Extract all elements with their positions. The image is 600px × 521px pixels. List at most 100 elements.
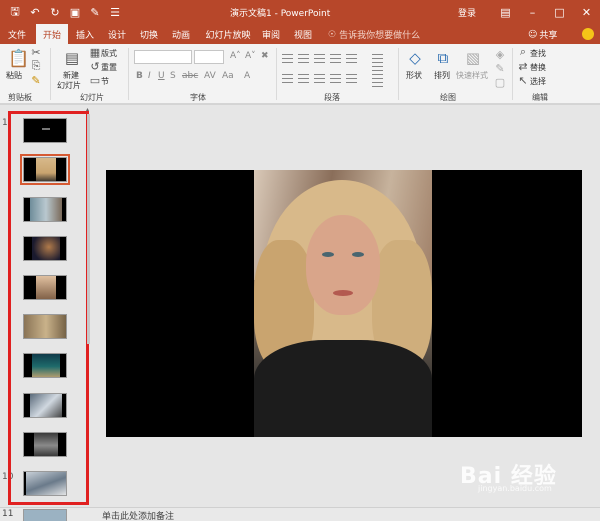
tab-transitions[interactable]: 切换 xyxy=(136,24,162,44)
tab-home[interactable]: 开始 xyxy=(36,24,68,44)
shape-outline-icon[interactable]: ✎ xyxy=(494,62,506,75)
tab-slideshow[interactable]: 幻灯片放映 xyxy=(203,24,253,44)
slides-pane-scrollbar[interactable]: ▴ xyxy=(86,106,91,506)
quick-styles-icon[interactable]: ▧ xyxy=(462,48,484,68)
clear-format-icon[interactable]: ✖ xyxy=(261,51,269,61)
arrange-icon[interactable]: ⧉ xyxy=(432,48,454,68)
shape-label[interactable]: 形状 xyxy=(406,70,422,81)
underline-icon[interactable]: U xyxy=(158,71,165,81)
quick-styles-label[interactable]: 快速样式 xyxy=(456,70,488,81)
shape-effects-icon[interactable]: ▢ xyxy=(494,76,506,89)
copy-icon[interactable]: ⎘ xyxy=(30,59,42,72)
select-icon[interactable]: ↖ xyxy=(518,74,528,87)
group-divider xyxy=(398,48,399,100)
tab-view[interactable]: 视图 xyxy=(290,24,316,44)
minimize-icon[interactable]: – xyxy=(519,0,546,24)
align-center-icon[interactable] xyxy=(298,74,309,83)
save-icon[interactable]: 🖫 xyxy=(6,3,24,21)
photo-lips xyxy=(333,290,353,296)
close-icon[interactable]: ✕ xyxy=(573,0,600,24)
tell-me-text: 告诉我你想要做什么 xyxy=(339,31,421,41)
paragraph-group-label: 段落 xyxy=(324,93,340,102)
shadow-icon[interactable]: S xyxy=(170,71,176,81)
new-slide-label-2[interactable]: 幻灯片 xyxy=(57,80,81,91)
ribbon-home: 📋 粘贴 ✂ ⎘ ✎ 剪贴板 ▤ 新建 幻灯片 ▦ 版式 ↺ 重置 ▭ 节 幻灯… xyxy=(0,44,600,104)
font-color-icon[interactable]: A xyxy=(244,71,250,81)
cut-icon[interactable]: ✂ xyxy=(30,46,42,59)
smiley-feedback-icon[interactable] xyxy=(582,28,594,40)
align-text-icon[interactable] xyxy=(372,66,383,75)
ribbon-tabs: 文件 开始 插入 设计 切换 动画 幻灯片放映 审阅 视图 ☉ 告诉我你想要做什… xyxy=(0,24,600,44)
photo-sweater xyxy=(254,340,432,437)
layout-icon[interactable]: ▦ xyxy=(90,46,100,59)
tab-design[interactable]: 设计 xyxy=(104,24,130,44)
align-right-icon[interactable] xyxy=(314,74,325,83)
group-divider xyxy=(50,48,51,100)
font-name-input[interactable] xyxy=(134,50,192,64)
paste-icon[interactable]: 📋 xyxy=(8,48,30,70)
section-label[interactable]: 节 xyxy=(101,76,109,87)
reset-label[interactable]: 重置 xyxy=(101,62,117,73)
find-icon[interactable]: ⌕ xyxy=(518,45,528,58)
format-painter-icon[interactable]: ✎ xyxy=(30,74,42,87)
quick-access-toolbar: 🖫 ↶ ↻ ▣ ✎ ☰ xyxy=(0,3,124,21)
justify-icon[interactable] xyxy=(330,74,341,83)
clipboard-group-label: 剪贴板 xyxy=(8,93,32,102)
slide-number-1: 1 xyxy=(2,118,8,128)
italic-icon[interactable]: I xyxy=(148,71,151,81)
shapes-icon[interactable]: ◇ xyxy=(404,48,426,68)
new-slide-icon[interactable]: ▤ xyxy=(62,48,82,68)
share-button[interactable]: ☺ 共享 xyxy=(528,28,557,42)
bold-icon[interactable]: B xyxy=(136,71,143,81)
columns-icon[interactable] xyxy=(346,74,357,83)
portrait-photo[interactable] xyxy=(254,170,432,437)
smartart-icon[interactable] xyxy=(372,78,383,87)
font-size-input[interactable] xyxy=(194,50,224,64)
reset-icon[interactable]: ↺ xyxy=(90,60,100,73)
editing-group-label: 编辑 xyxy=(532,93,548,102)
align-left-icon[interactable] xyxy=(282,74,293,83)
current-slide[interactable] xyxy=(106,170,582,437)
maximize-icon[interactable]: □ xyxy=(546,0,573,24)
shape-fill-icon[interactable]: ◈ xyxy=(494,48,506,61)
tell-me-box[interactable]: ☉ 告诉我你想要做什么 xyxy=(328,28,421,42)
find-label[interactable]: 查找 xyxy=(530,48,546,59)
char-spacing-icon[interactable]: AV xyxy=(204,71,216,81)
tab-review[interactable]: 审阅 xyxy=(258,24,284,44)
group-divider xyxy=(276,48,277,100)
window-title: 演示文稿1 - PowerPoint xyxy=(230,9,331,19)
numbering-icon[interactable] xyxy=(298,54,309,63)
change-case-icon[interactable]: Aa xyxy=(222,71,234,81)
arrange-label[interactable]: 排列 xyxy=(434,70,450,81)
layout-label[interactable]: 版式 xyxy=(101,48,117,59)
undo-icon[interactable]: ↶ xyxy=(26,3,44,21)
tab-animations[interactable]: 动画 xyxy=(168,24,194,44)
redo-icon[interactable]: ↻ xyxy=(46,3,64,21)
bullets-icon[interactable] xyxy=(282,54,293,63)
section-icon[interactable]: ▭ xyxy=(90,74,100,87)
notes-placeholder[interactable]: 单击此处添加备注 xyxy=(102,509,174,521)
photo-eye-left xyxy=(322,252,334,257)
select-label[interactable]: 选择 xyxy=(530,76,546,87)
text-direction-icon[interactable] xyxy=(372,54,383,63)
shrink-font-icon[interactable]: A˅ xyxy=(245,51,256,61)
format-painter-icon[interactable]: ✎ xyxy=(86,3,104,21)
replace-icon[interactable]: ⇄ xyxy=(518,60,528,73)
tab-insert[interactable]: 插入 xyxy=(72,24,98,44)
decrease-indent-icon[interactable] xyxy=(314,54,325,63)
status-bar: 11 单击此处添加备注 xyxy=(0,507,600,521)
slide-thumbnail-11[interactable] xyxy=(23,509,67,521)
increase-indent-icon[interactable] xyxy=(330,54,341,63)
grow-font-icon[interactable]: A˄ xyxy=(230,51,241,61)
window-controls: ▤ – □ ✕ xyxy=(492,0,600,24)
replace-label[interactable]: 替换 xyxy=(530,62,546,73)
line-spacing-icon[interactable] xyxy=(346,54,357,63)
customize-icon[interactable]: ☰ xyxy=(106,3,124,21)
slideshow-icon[interactable]: ▣ xyxy=(66,3,84,21)
highlight-annotation-box xyxy=(8,111,89,505)
strikethrough-icon[interactable]: abc xyxy=(182,71,198,81)
paste-label[interactable]: 粘贴 xyxy=(6,70,22,81)
tab-file[interactable]: 文件 xyxy=(4,24,30,44)
ribbon-display-icon[interactable]: ▤ xyxy=(492,0,519,24)
login-link[interactable]: 登录 xyxy=(458,6,476,19)
